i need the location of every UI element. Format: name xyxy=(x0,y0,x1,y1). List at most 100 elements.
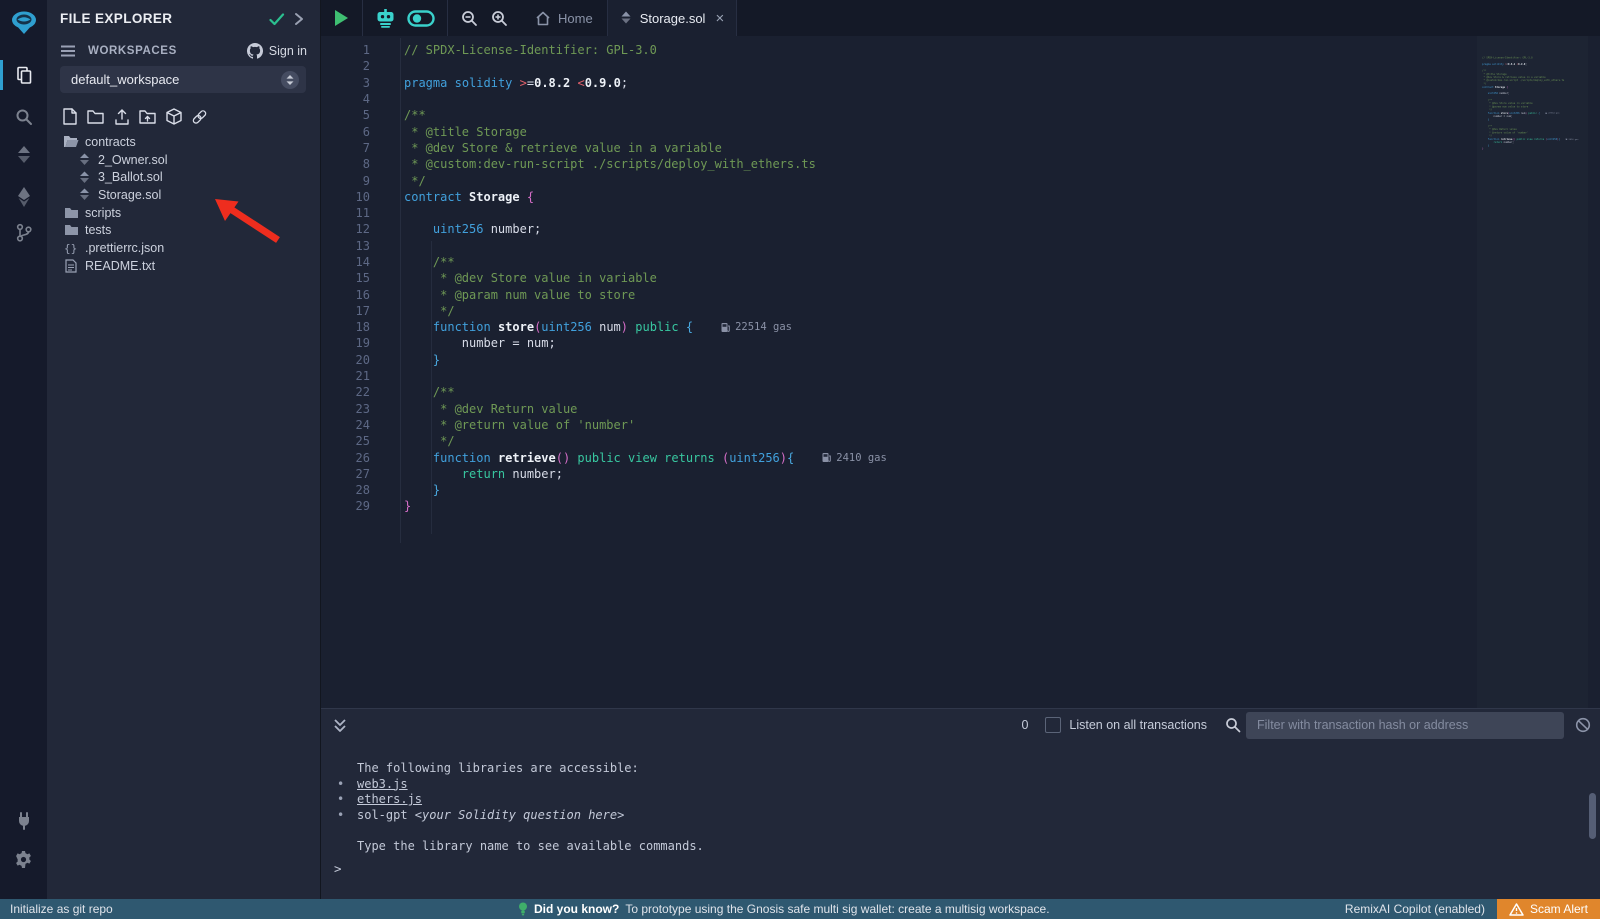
search-tab[interactable] xyxy=(0,100,47,134)
tab-storage-label: Storage.sol xyxy=(640,11,706,26)
line-number: 3 xyxy=(320,76,370,90)
line-number: 5 xyxy=(320,108,370,122)
code-line-22: 22 /** xyxy=(320,384,1470,400)
terminal-line: •web3.js xyxy=(332,777,704,793)
code-editor[interactable]: 1// SPDX-License-Identifier: GPL-3.023pr… xyxy=(320,36,1600,708)
folder-open-icon xyxy=(63,135,79,148)
sign-in-button[interactable]: Sign in xyxy=(247,43,307,59)
code-line-29: 29} xyxy=(320,498,1470,514)
zoom-out-icon[interactable] xyxy=(461,10,478,27)
file-explorer-tab[interactable] xyxy=(0,58,47,92)
code-line-15: 15 * @dev Store value in variable xyxy=(320,270,1470,286)
git-init-button[interactable]: Initialize as git repo xyxy=(10,902,113,916)
tree-item-2-owner-sol[interactable]: 2_Owner.sol xyxy=(47,151,320,169)
chevron-right-icon[interactable] xyxy=(293,12,305,26)
transaction-filter-input[interactable] xyxy=(1246,712,1564,739)
terminal-link[interactable]: web3.js xyxy=(357,777,408,791)
terminal-line: •ethers.js xyxy=(332,792,704,808)
workspace-dropdown-icon[interactable] xyxy=(281,71,299,89)
terminal-line: •sol-gpt <your Solidity question here> xyxy=(332,808,704,824)
code-line-10: 10contract Storage { xyxy=(320,189,1470,205)
file-icon xyxy=(63,259,79,273)
ipfs-box-icon[interactable] xyxy=(165,108,182,125)
terminal-link[interactable]: ethers.js xyxy=(357,792,422,806)
close-tab-icon[interactable]: × xyxy=(715,10,724,27)
tab-home[interactable]: Home xyxy=(521,0,607,36)
settings-tab[interactable] xyxy=(0,842,47,876)
terminal-line: Type the library name to see available c… xyxy=(332,839,704,855)
code-line-25: 25 */ xyxy=(320,433,1470,449)
code-line-24: 24 * @return value of 'number' xyxy=(320,417,1470,433)
git-tab[interactable] xyxy=(0,216,47,250)
tree-item-contracts[interactable]: contracts xyxy=(47,133,320,151)
tab-storage-sol[interactable]: Storage.sol × xyxy=(607,0,738,36)
ai-robot-icon[interactable] xyxy=(375,8,396,29)
tree-item-storage-sol[interactable]: Storage.sol xyxy=(47,186,320,204)
tree-item-tests[interactable]: tests xyxy=(47,221,320,239)
lightbulb-icon xyxy=(518,902,528,916)
plugin-manager-tab[interactable] xyxy=(0,804,47,838)
gas-estimate-badge: 2410 gas xyxy=(822,452,887,464)
listen-label[interactable]: Listen on all transactions xyxy=(1069,718,1207,732)
tree-item-label: contracts xyxy=(85,135,136,149)
tree-item--prettierrc-json[interactable]: {}.prettierrc.json xyxy=(47,239,320,257)
hamburger-menu-icon[interactable] xyxy=(60,45,76,57)
link-icon[interactable] xyxy=(191,108,208,125)
scam-alert-button[interactable]: Scam Alert xyxy=(1497,899,1600,919)
tree-item-scripts[interactable]: scripts xyxy=(47,204,320,222)
line-number: 4 xyxy=(320,92,370,106)
tip-title: Did you know? xyxy=(534,902,619,916)
zoom-in-icon[interactable] xyxy=(491,10,508,27)
deploy-run-tab[interactable] xyxy=(0,180,47,214)
editor-topbar: Home Storage.sol × xyxy=(320,0,1600,36)
new-folder-icon[interactable] xyxy=(87,108,104,125)
code-line-16: 16 * @param num value to store xyxy=(320,286,1470,302)
upload-folder-icon[interactable] xyxy=(139,108,156,125)
tab-home-label: Home xyxy=(558,11,593,26)
ai-copilot-toggle[interactable] xyxy=(407,10,435,27)
file-toolbar xyxy=(61,108,208,125)
workspace-name: default_workspace xyxy=(71,72,179,87)
tree-item-3-ballot-sol[interactable]: 3_Ballot.sol xyxy=(47,168,320,186)
tree-item-label: Storage.sol xyxy=(98,188,161,202)
line-number: 22 xyxy=(320,385,370,399)
line-number: 7 xyxy=(320,141,370,155)
code-line-1: 1// SPDX-License-Identifier: GPL-3.0 xyxy=(320,42,1470,58)
code-line-12: 12 uint256 number; xyxy=(320,221,1470,237)
tree-item-readme-txt[interactable]: README.txt xyxy=(47,257,320,275)
line-number: 9 xyxy=(320,174,370,188)
terminal-scrollbar[interactable] xyxy=(1589,793,1596,839)
collapse-terminal-icon[interactable] xyxy=(333,718,347,733)
line-number: 13 xyxy=(320,239,370,253)
tip-text: To prototype using the Gnosis safe multi… xyxy=(625,902,1049,916)
terminal-line: The following libraries are accessible: xyxy=(332,761,704,777)
solidity-compiler-tab[interactable] xyxy=(0,138,47,172)
upload-file-icon[interactable] xyxy=(113,108,130,125)
run-script-button[interactable] xyxy=(320,0,362,36)
terminal-search-icon[interactable] xyxy=(1225,717,1241,733)
line-number: 15 xyxy=(320,271,370,285)
line-number: 23 xyxy=(320,402,370,416)
new-file-icon[interactable] xyxy=(61,108,78,125)
solidity-icon xyxy=(76,188,92,201)
terminal-output: The following libraries are accessible:•… xyxy=(332,761,704,854)
remix-logo-icon[interactable] xyxy=(0,6,47,40)
code-line-18: 18 function store(uint256 num) public {2… xyxy=(320,319,1470,335)
solidity-icon xyxy=(76,153,92,166)
code-line-4: 4 xyxy=(320,91,1470,107)
terminal-header: 0 Listen on all transactions xyxy=(320,709,1600,741)
terminal-prompt[interactable]: > xyxy=(334,861,342,876)
clear-console-icon[interactable] xyxy=(1575,717,1591,733)
file-tree: contracts 2_Owner.sol3_Ballot.sol Storage.… xyxy=(47,133,320,275)
folder-icon xyxy=(63,207,79,219)
code-line-5: 5/** xyxy=(320,107,1470,123)
listen-checkbox[interactable] xyxy=(1045,717,1061,733)
gas-estimate-badge: 22514 gas xyxy=(721,321,792,333)
minimap[interactable]: 1// SPDX-License-Identifier: GPL-3.023pr… xyxy=(1477,36,1588,708)
home-icon xyxy=(535,11,551,26)
line-number: 6 xyxy=(320,125,370,139)
check-icon xyxy=(269,13,285,26)
workspace-select[interactable]: default_workspace xyxy=(60,66,306,93)
gas-estimate-badge: 2410 gas xyxy=(1566,138,1579,140)
line-number: 18 xyxy=(320,320,370,334)
